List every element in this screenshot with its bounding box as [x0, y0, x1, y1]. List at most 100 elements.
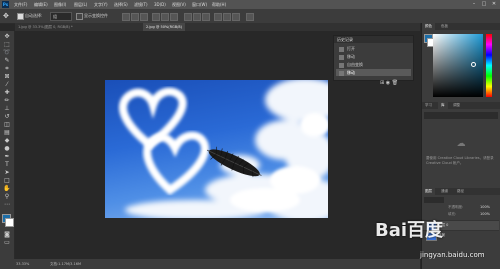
lasso-icon[interactable]: ➰	[3, 49, 11, 56]
fill-label: 填充:	[448, 212, 457, 216]
fill-value[interactable]: 100%	[480, 212, 490, 217]
library-panel-tabs: 学习 库 调整	[422, 102, 500, 109]
auto-select-dropdown[interactable]: 组	[50, 12, 72, 21]
tab-adjustments[interactable]: 调整	[450, 102, 463, 109]
menu-edit[interactable]: 编辑(E)	[34, 1, 48, 8]
tools-panel: ✥ ⬚ ➰ ✎ ⌗ ⊠ ⁄ ✚ ✏ ⊥ ↺ ◫ ▤ ◆ ● ✒ T ➤ □ ✋ …	[0, 31, 15, 259]
path-select-icon[interactable]: ➤	[3, 169, 11, 176]
more-tools-icon[interactable]: ⋯	[3, 201, 11, 208]
history-state-icon	[339, 46, 344, 52]
crop-icon[interactable]: ⌗	[3, 65, 11, 72]
history-brush-icon[interactable]: ↺	[3, 113, 11, 120]
align-bottom-icon[interactable]	[140, 13, 148, 21]
library-dropdown[interactable]	[424, 112, 498, 119]
align-left-icon[interactable]	[152, 13, 160, 21]
sky-with-cloud-hearts-image	[118, 80, 328, 218]
status-bar: 33.33% 文档:1.17M/3.16M	[0, 259, 420, 269]
menu-filter[interactable]: 滤镜(T)	[134, 1, 148, 8]
color-panel-tabs: 颜色 色板	[422, 23, 500, 30]
photoshop-logo: Ps	[2, 1, 9, 8]
quick-select-icon[interactable]: ✎	[3, 57, 11, 64]
color-picker-cursor[interactable]	[471, 62, 476, 67]
menu-layer[interactable]: 图层(L)	[74, 1, 87, 8]
hand-icon[interactable]: ✋	[3, 185, 11, 192]
history-panel-title: 历史记录	[334, 36, 413, 43]
distribute-top-icon[interactable]	[184, 13, 192, 21]
history-item[interactable]: 移动	[336, 53, 411, 60]
rectangle-icon[interactable]: □	[3, 177, 11, 184]
tab-learn[interactable]: 学习	[422, 102, 435, 109]
show-transform-label: 显示变换控件	[84, 13, 108, 18]
healing-brush-icon[interactable]: ✚	[3, 89, 11, 96]
eraser-icon[interactable]: ◫	[3, 121, 11, 128]
move-tool-icon[interactable]: ✥	[3, 12, 11, 20]
layer-filter-dropdown[interactable]	[424, 197, 444, 203]
zoom-level[interactable]: 33.33%	[16, 260, 29, 268]
tab-document-2[interactable]: 2.jpg @ 50%(RGB/8)	[143, 23, 185, 31]
history-item-selected[interactable]: 移动	[336, 69, 411, 76]
distribute-right-icon[interactable]	[232, 13, 240, 21]
menu-type[interactable]: 文字(Y)	[94, 1, 108, 8]
history-item-label: 移动	[347, 70, 355, 75]
menu-3d[interactable]: 3D(D)	[154, 1, 166, 8]
menu-select[interactable]: 选择(S)	[114, 1, 128, 8]
tab-swatches[interactable]: 色板	[438, 23, 451, 30]
tab-document-1[interactable]: 1.jpg @ 33.3%(图层 0, RGB/8) *	[15, 23, 76, 31]
brush-icon[interactable]: ✏	[3, 97, 11, 104]
type-icon[interactable]: T	[3, 161, 11, 168]
menu-view[interactable]: 视图(V)	[172, 1, 186, 8]
history-state-icon	[339, 54, 344, 60]
tab-libraries[interactable]: 库	[438, 102, 448, 109]
align-center-icon[interactable]	[161, 13, 169, 21]
hue-slider[interactable]	[486, 34, 492, 97]
pen-icon[interactable]: ✒	[3, 153, 11, 160]
screen-mode-icon[interactable]: ▭	[3, 239, 11, 246]
tab-paths[interactable]: 路径	[454, 188, 467, 195]
close-button[interactable]: ✕	[490, 1, 498, 8]
opacity-label: 不透明度:	[448, 205, 464, 209]
tab-channels[interactable]: 通道	[438, 188, 451, 195]
auto-select-checkbox[interactable]	[17, 13, 24, 20]
menu-window[interactable]: 窗口(W)	[192, 1, 207, 8]
menu-image[interactable]: 图像(I)	[54, 1, 66, 8]
distribute-center-icon[interactable]	[223, 13, 231, 21]
document-info: 文档:1.17M/3.16M	[50, 262, 81, 266]
distribute-middle-icon[interactable]	[193, 13, 201, 21]
clone-stamp-icon[interactable]: ⊥	[3, 105, 11, 112]
align-right-icon[interactable]	[170, 13, 178, 21]
tab-layers[interactable]: 图层	[422, 188, 435, 195]
dodge-icon[interactable]: ●	[3, 145, 11, 152]
align-top-icon[interactable]	[122, 13, 130, 21]
gradient-icon[interactable]: ▤	[3, 129, 11, 136]
history-state-icon	[339, 70, 344, 76]
align-middle-icon[interactable]	[131, 13, 139, 21]
history-item[interactable]: 自由变换	[336, 61, 411, 68]
distribute-left-icon[interactable]	[214, 13, 222, 21]
distribute-bottom-icon[interactable]	[202, 13, 210, 21]
document-image[interactable]	[105, 80, 328, 218]
frame-icon[interactable]: ⊠	[3, 73, 11, 80]
tab-color[interactable]: 颜色	[422, 23, 435, 30]
maximize-button[interactable]: □	[480, 1, 488, 8]
auto-select-label: 自动选择:	[25, 13, 43, 18]
history-item-label: 打开	[347, 46, 355, 51]
move-icon[interactable]: ✥	[3, 33, 11, 40]
menu-file[interactable]: 文件(F)	[14, 1, 27, 8]
eyedropper-icon[interactable]: ⁄	[3, 81, 11, 88]
minimize-button[interactable]: –	[470, 1, 478, 8]
marquee-icon[interactable]: ⬚	[3, 41, 11, 48]
menu-help[interactable]: 帮助(H)	[212, 1, 226, 8]
background-color-swatch[interactable]	[5, 218, 14, 227]
menu-bar: Ps 文件(F) 编辑(E) 图像(I) 图层(L) 文字(Y) 选择(S) 滤…	[0, 0, 500, 9]
opacity-value[interactable]: 100%	[480, 205, 490, 210]
document-tabs: 1.jpg @ 33.3%(图层 0, RGB/8) * 2.jpg @ 50%…	[15, 23, 420, 31]
history-item-label: 自由变换	[347, 62, 363, 67]
history-item[interactable]: 打开	[336, 45, 411, 52]
baidu-watermark-logo: Bai百度	[375, 220, 444, 241]
quick-mask-icon[interactable]: ◙	[3, 231, 11, 238]
show-transform-checkbox[interactable]	[76, 13, 83, 20]
blur-icon[interactable]: ◆	[3, 137, 11, 144]
options-bar: ✥ 自动选择: 组 显示变换控件	[0, 9, 500, 24]
auto-align-icon[interactable]	[246, 13, 254, 21]
zoom-icon[interactable]: ⚲	[3, 193, 11, 200]
